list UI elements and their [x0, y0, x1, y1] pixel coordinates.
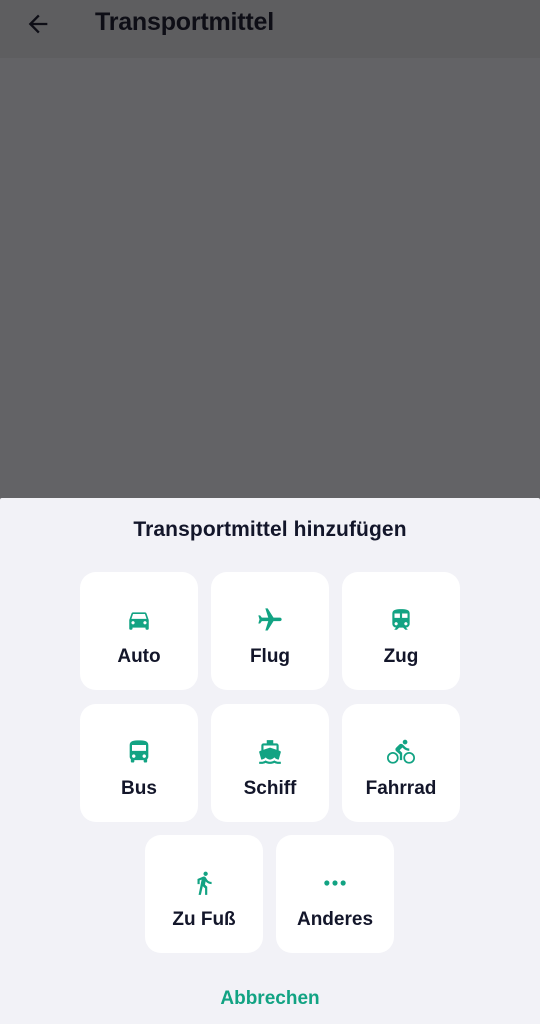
- bus-icon: [80, 738, 198, 766]
- dimmed-backdrop[interactable]: [0, 58, 540, 498]
- option-zug-button[interactable]: Zug: [342, 572, 460, 690]
- cancel-button[interactable]: Abbrechen: [170, 982, 370, 1016]
- ship-icon: [211, 738, 329, 766]
- option-fahrrad-button[interactable]: Fahrrad: [342, 704, 460, 822]
- option-flug-button[interactable]: Flug: [211, 572, 329, 690]
- option-label: Schiff: [243, 778, 297, 799]
- airplane-icon: [211, 606, 329, 634]
- page-title: Transportmittel: [95, 8, 274, 36]
- option-zu-fuss-button[interactable]: Zu Fuß: [145, 835, 263, 953]
- car-icon: [80, 606, 198, 634]
- arrow-left-icon: [28, 14, 48, 34]
- train-icon: [342, 606, 460, 634]
- bicycle-icon: [342, 738, 460, 766]
- option-label: Auto: [117, 646, 161, 667]
- option-label: Fahrrad: [365, 778, 437, 799]
- walking-icon: [145, 869, 263, 897]
- sheet-title: Transportmittel hinzufügen: [133, 518, 407, 541]
- option-auto-button[interactable]: Auto: [80, 572, 198, 690]
- option-schiff-button[interactable]: Schiff: [211, 704, 329, 822]
- option-bus-button[interactable]: Bus: [80, 704, 198, 822]
- back-button[interactable]: [18, 6, 58, 42]
- option-label: Anderes: [296, 909, 374, 930]
- option-label: Flug: [249, 646, 291, 667]
- option-label: Bus: [121, 778, 157, 799]
- bottom-sheet: Transportmittel hinzufügen Auto Flug Zug…: [0, 498, 540, 1024]
- option-anderes-button[interactable]: Anderes: [276, 835, 394, 953]
- option-label: Zu Fuß: [172, 909, 236, 930]
- app-bar: Transportmittel: [0, 0, 540, 58]
- option-label: Zug: [383, 646, 419, 667]
- more-dots-icon: [276, 869, 394, 897]
